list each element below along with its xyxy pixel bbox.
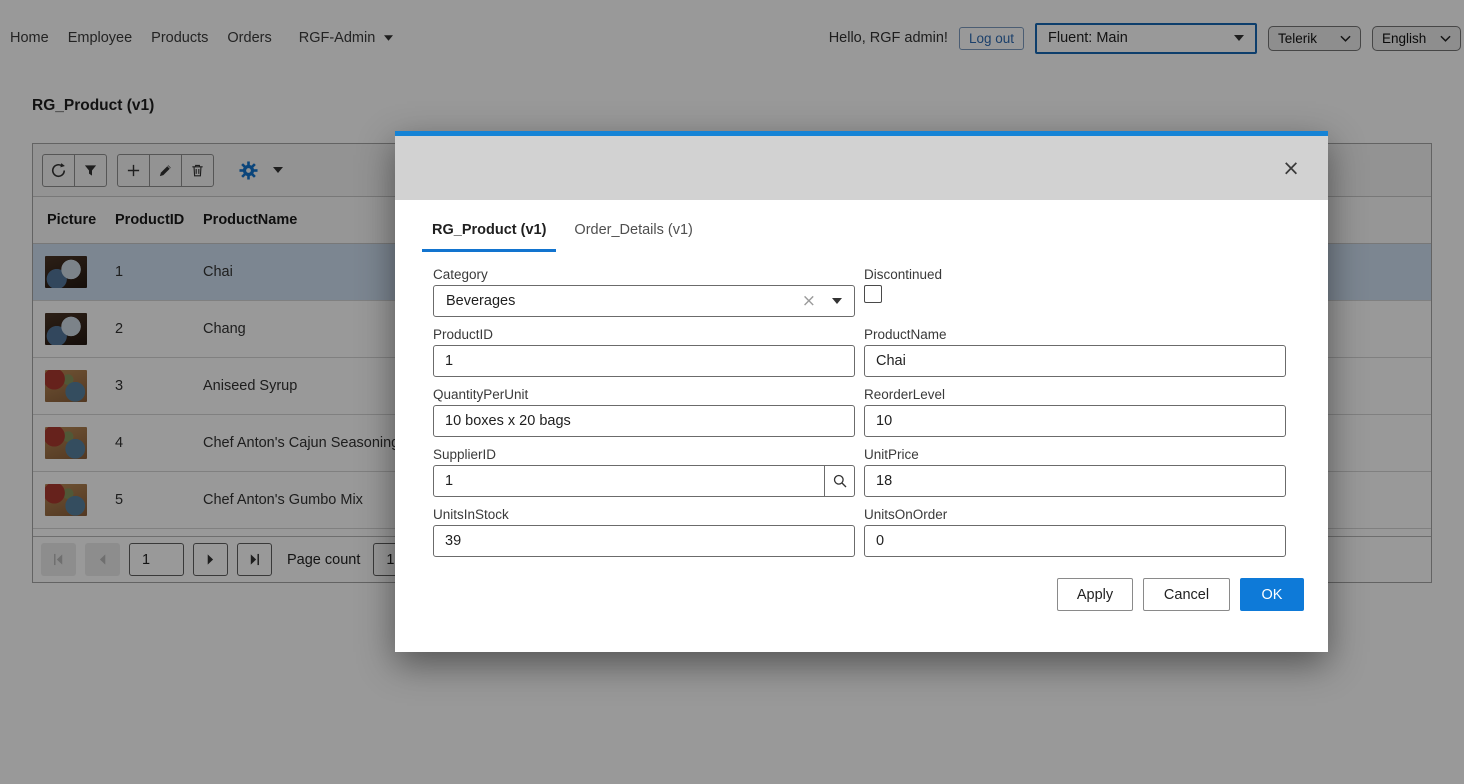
apply-button[interactable]: Apply	[1057, 578, 1133, 611]
category-value: Beverages	[446, 293, 802, 309]
caret-down-icon[interactable]	[832, 298, 842, 304]
supplier-id-label: SupplierID	[433, 447, 855, 462]
field-product-id: ProductID	[433, 327, 855, 377]
category-label: Category	[433, 267, 855, 282]
edit-record-dialog: × RG_Product (v1) Order_Details (v1) Cat…	[395, 131, 1328, 652]
units-in-stock-label: UnitsInStock	[433, 507, 855, 522]
units-on-order-input[interactable]	[864, 525, 1286, 557]
quantity-per-unit-input[interactable]	[433, 405, 855, 437]
field-quantity-per-unit: QuantityPerUnit	[433, 387, 855, 437]
dialog-buttons: Apply Cancel OK	[395, 578, 1304, 611]
cancel-button[interactable]: Cancel	[1143, 578, 1230, 611]
field-units-on-order: UnitsOnOrder	[864, 507, 1286, 557]
product-id-label: ProductID	[433, 327, 855, 342]
tab-rg-product[interactable]: RG_Product (v1)	[422, 222, 556, 252]
product-name-label: ProductName	[864, 327, 1286, 342]
ok-button[interactable]: OK	[1240, 578, 1304, 611]
quantity-per-unit-label: QuantityPerUnit	[433, 387, 855, 402]
field-reorder-level: ReorderLevel	[864, 387, 1286, 437]
field-supplier-id: SupplierID	[433, 447, 855, 497]
unit-price-label: UnitPrice	[864, 447, 1286, 462]
reorder-level-input[interactable]	[864, 405, 1286, 437]
category-combobox[interactable]: Beverages ×	[433, 285, 855, 317]
dialog-header[interactable]: ×	[395, 136, 1328, 200]
discontinued-label: Discontinued	[864, 267, 1286, 282]
product-name-input[interactable]	[864, 345, 1286, 377]
tab-order-details[interactable]: Order_Details (v1)	[564, 222, 702, 252]
dialog-tabs: RG_Product (v1) Order_Details (v1)	[422, 222, 1296, 252]
supplier-id-input[interactable]	[433, 465, 825, 497]
units-on-order-label: UnitsOnOrder	[864, 507, 1286, 522]
field-category: Category Beverages ×	[433, 267, 855, 317]
field-unit-price: UnitPrice	[864, 447, 1286, 497]
supplier-lookup-button[interactable]	[824, 465, 855, 497]
discontinued-checkbox[interactable]	[864, 285, 882, 303]
units-in-stock-input[interactable]	[433, 525, 855, 557]
dialog-form: Category Beverages × Discontinued Produc…	[433, 267, 1286, 557]
product-id-input[interactable]	[433, 345, 855, 377]
reorder-level-label: ReorderLevel	[864, 387, 1286, 402]
field-units-in-stock: UnitsInStock	[433, 507, 855, 557]
field-discontinued: Discontinued	[864, 267, 1286, 317]
field-product-name: ProductName	[864, 327, 1286, 377]
close-icon[interactable]: ×	[1276, 153, 1306, 183]
unit-price-input[interactable]	[864, 465, 1286, 497]
search-icon	[832, 473, 848, 489]
clear-icon[interactable]: ×	[802, 293, 816, 310]
